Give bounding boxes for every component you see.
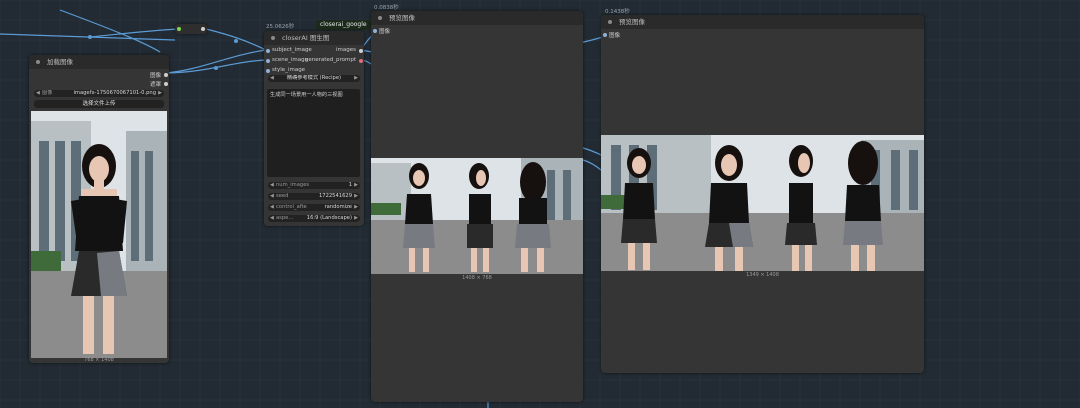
input-scene-image[interactable]: scene_image xyxy=(272,57,308,63)
arrow-right-icon[interactable]: ▶ xyxy=(354,204,358,211)
closerai-node[interactable]: closerAI 图生图 subject_image scene_image s… xyxy=(264,31,364,226)
node-title-bar[interactable]: 预览图像 xyxy=(601,15,924,29)
node-title: closerAI 图生图 xyxy=(282,34,330,42)
reroute-output-port[interactable] xyxy=(201,27,205,31)
output-mask-port[interactable] xyxy=(164,82,168,86)
image-input-port[interactable] xyxy=(603,33,607,37)
output-mask[interactable]: 遮罩 xyxy=(150,80,161,88)
wire-to-reroute xyxy=(89,28,181,38)
wire-top-left xyxy=(0,33,176,41)
arrow-right-icon[interactable]: ▶ xyxy=(354,215,358,222)
arrow-right-icon[interactable]: ▶ xyxy=(354,75,358,82)
input-style-image[interactable]: style_image xyxy=(272,67,305,73)
reroute-node[interactable] xyxy=(175,24,207,34)
input-subject-image[interactable]: subject_image xyxy=(272,47,312,53)
closerai-exec-time: 25.0626秒 xyxy=(266,24,295,30)
image-dimensions: 768 × 1408 xyxy=(84,357,114,363)
preview-image-node-2[interactable]: 预览图像 图像 1349 × 1408 xyxy=(601,15,924,373)
mode-combo[interactable]: ◀ 精确参考模式 (Recipe) ▶ xyxy=(268,75,360,82)
subject-image-port[interactable] xyxy=(266,49,270,53)
preview2-dimensions: 1349 × 1408 xyxy=(746,272,779,278)
node-title: 预览图像 xyxy=(389,14,415,22)
collapse-dot-icon[interactable] xyxy=(608,20,612,24)
load-image-node[interactable]: 加载图像 图像 遮罩 ◀ 图像 imagefx-1750670067101-0.… xyxy=(29,55,169,363)
node-title: 预览图像 xyxy=(619,18,645,26)
output-generated-prompt[interactable]: generated_prompt xyxy=(305,57,356,63)
wire-right-1 xyxy=(582,147,602,156)
arrow-right-icon[interactable]: ▶ xyxy=(158,90,162,97)
scene-image-port[interactable] xyxy=(266,59,270,63)
node-title: 加载图像 xyxy=(47,58,73,66)
arrow-left-icon[interactable]: ◀ xyxy=(270,204,274,211)
arrow-left-icon[interactable]: ◀ xyxy=(270,193,274,200)
prompt-textarea[interactable]: 生成同一场景用一人物的三视图 xyxy=(267,89,360,177)
loaded-image-preview xyxy=(31,111,167,358)
wire-right-2 xyxy=(582,159,602,171)
num-images-widget[interactable]: ◀ num_images 1 ▶ xyxy=(268,182,360,189)
image-input-port[interactable] xyxy=(373,29,377,33)
collapse-dot-icon[interactable] xyxy=(378,16,382,20)
reroute-input-port[interactable] xyxy=(177,27,181,31)
preview-image-node-1[interactable]: 预览图像 图像 1408 × 768 xyxy=(371,11,583,402)
seed-widget[interactable]: ◀ seed 1722541629 ▶ xyxy=(268,193,360,200)
input-image[interactable]: 图像 xyxy=(609,31,620,39)
collapse-dot-icon[interactable] xyxy=(36,60,40,64)
output-image[interactable]: 图像 xyxy=(150,71,161,79)
node-title-bar[interactable]: 预览图像 xyxy=(371,11,583,25)
node-title-bar[interactable]: closerAI 图生图 xyxy=(264,31,364,45)
control-after-widget[interactable]: ◀ control_afte randomize ▶ xyxy=(268,204,360,211)
input-image[interactable]: 图像 xyxy=(379,27,390,35)
aspect-ratio-widget[interactable]: ◀ aspe… 16:9 (Landscape) ▶ xyxy=(268,215,360,222)
output-image-port[interactable] xyxy=(164,73,168,77)
upload-button[interactable]: 选择文件上传 xyxy=(34,100,164,108)
images-output-port[interactable] xyxy=(359,49,363,53)
arrow-left-icon[interactable]: ◀ xyxy=(36,90,40,97)
arrow-left-icon[interactable]: ◀ xyxy=(270,215,274,222)
node-title-bar[interactable]: 加载图像 xyxy=(29,55,169,69)
arrow-left-icon[interactable]: ◀ xyxy=(270,182,274,189)
reroute-label: closerai_google xyxy=(316,20,371,30)
collapse-dot-icon[interactable] xyxy=(271,36,275,40)
output-images[interactable]: images xyxy=(336,47,356,53)
preview-image-2 xyxy=(601,135,924,271)
preview1-exec-time: 0.0838秒 xyxy=(374,5,399,11)
preview1-dimensions: 1408 × 768 xyxy=(462,275,492,281)
arrow-right-icon[interactable]: ▶ xyxy=(354,193,358,200)
generated-prompt-output-port[interactable] xyxy=(359,59,363,63)
style-image-port[interactable] xyxy=(266,69,270,73)
arrow-right-icon[interactable]: ▶ xyxy=(354,182,358,189)
preview-image-1 xyxy=(371,158,583,274)
image-file-combo[interactable]: ◀ 图像 imagefx-1750670067101-0.png ▶ xyxy=(34,90,164,97)
preview2-exec-time: 0.1438秒 xyxy=(605,9,630,15)
